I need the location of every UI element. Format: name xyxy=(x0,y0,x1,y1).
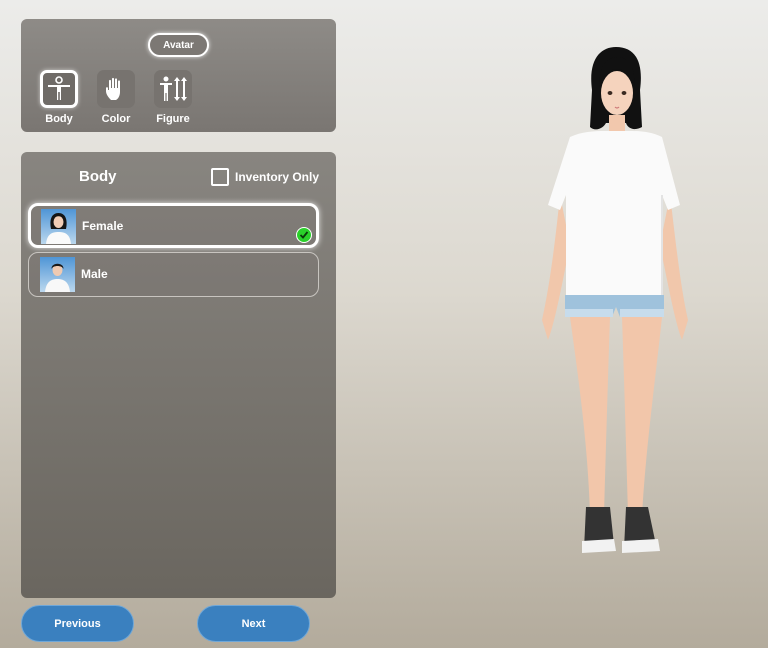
tab-body[interactable]: Body xyxy=(39,70,79,125)
panel-title: Body xyxy=(79,168,117,185)
figure-adjust-icon xyxy=(154,70,192,108)
avatar-button[interactable]: Avatar xyxy=(148,33,209,57)
tab-color-label: Color xyxy=(101,113,131,125)
inventory-only-checkbox[interactable] xyxy=(211,168,229,186)
body-option-label: Female xyxy=(82,219,124,233)
body-option-male[interactable]: Male xyxy=(28,252,319,297)
previous-button[interactable]: Previous xyxy=(21,605,134,642)
tab-figure-label: Figure xyxy=(156,113,190,125)
tab-body-label: Body xyxy=(45,113,73,125)
female-thumbnail xyxy=(41,209,76,244)
inventory-only-label: Inventory Only xyxy=(235,170,320,184)
tab-figure[interactable]: Figure xyxy=(153,70,193,125)
tab-color[interactable]: Color xyxy=(96,70,136,125)
body-option-label: Male xyxy=(81,267,108,281)
body-icon xyxy=(40,70,78,108)
check-icon xyxy=(296,227,312,243)
avatar-preview xyxy=(542,47,688,553)
body-option-female[interactable]: Female xyxy=(28,203,319,248)
male-thumbnail xyxy=(40,257,75,292)
next-button[interactable]: Next xyxy=(197,605,310,642)
hand-icon xyxy=(97,70,135,108)
